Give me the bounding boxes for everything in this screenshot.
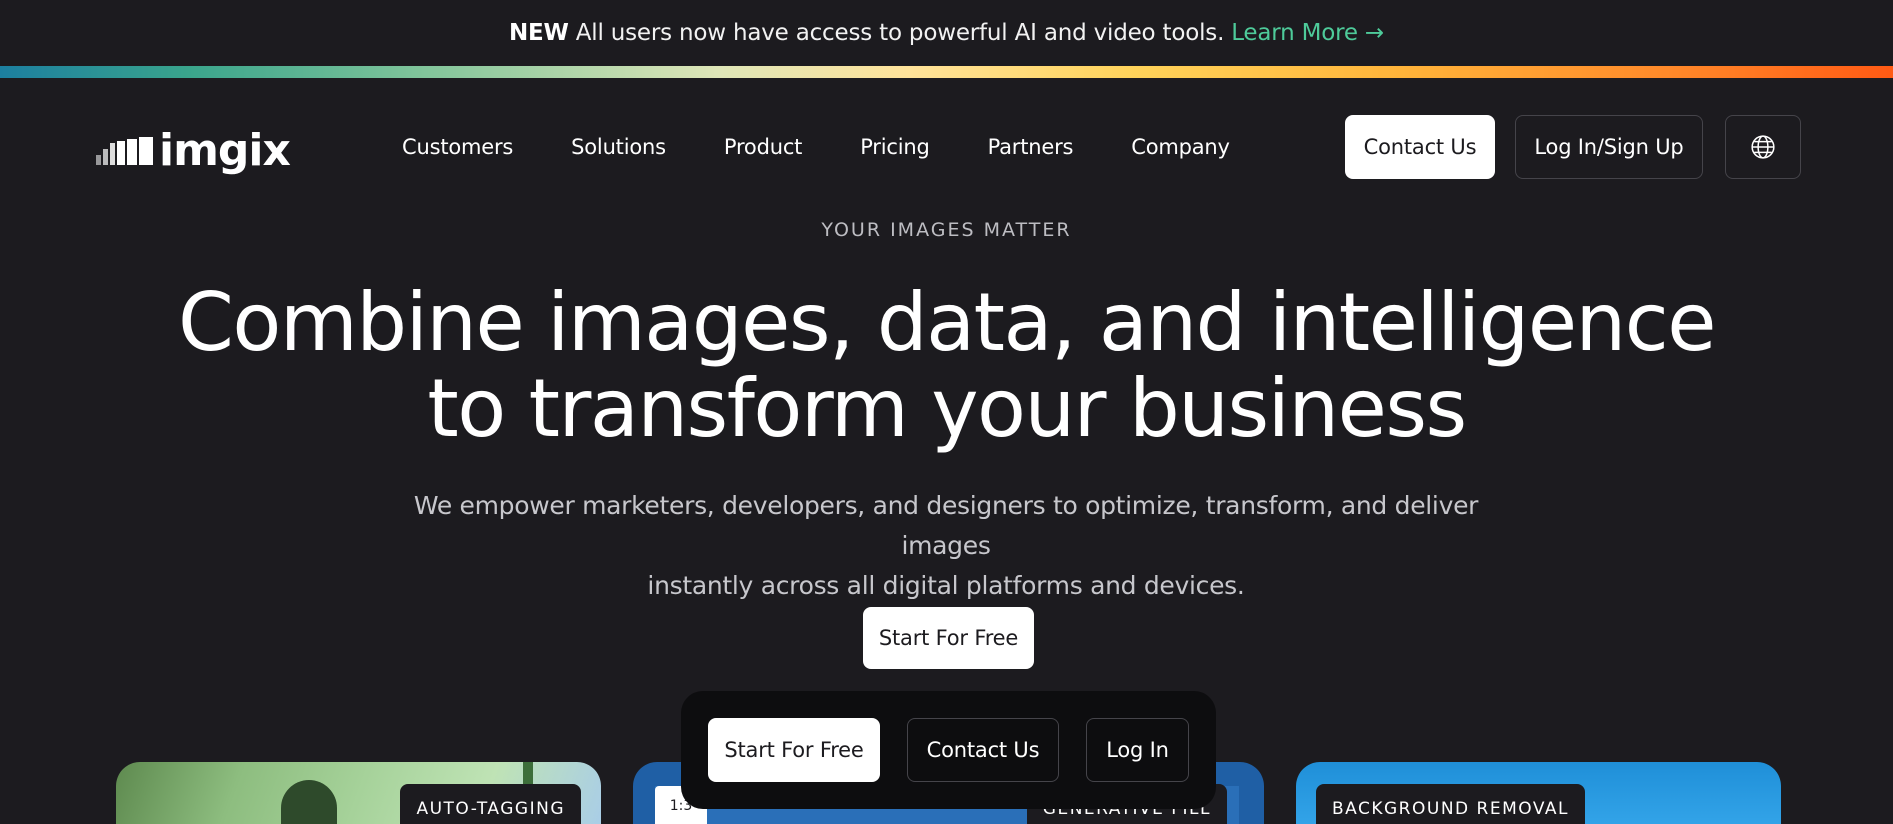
login-signup-button[interactable]: Log In/Sign Up [1515, 115, 1703, 179]
feature-card-background-removal[interactable]: BACKGROUND REMOVAL [1296, 762, 1781, 824]
card-label: AUTO-TAGGING [400, 784, 581, 824]
globe-icon [1751, 135, 1775, 159]
nav-item-company[interactable]: Company [1131, 135, 1230, 159]
hero-headline: Combine images, data, and intelligence t… [0, 280, 1893, 452]
nav-item-partners[interactable]: Partners [988, 135, 1074, 159]
language-button[interactable] [1725, 115, 1801, 179]
nav-item-product[interactable]: Product [724, 135, 803, 159]
card-label: BACKGROUND REMOVAL [1316, 784, 1585, 824]
contact-us-button[interactable]: Contact Us [1345, 115, 1495, 179]
headline-line-2: to transform your business [427, 362, 1467, 455]
nav-item-solutions[interactable]: Solutions [571, 135, 666, 159]
gradient-divider [0, 66, 1893, 78]
feature-card-auto-tagging[interactable]: AUTO-TAGGING [116, 762, 601, 824]
subtext-line-2: instantly across all digital platforms a… [647, 571, 1245, 600]
announcement-tag: NEW [508, 20, 569, 46]
logo-mark-icon [96, 137, 153, 165]
hero-subtext: We empower marketers, developers, and de… [396, 486, 1496, 606]
imgix-logo[interactable]: imgix [96, 125, 291, 176]
logo-wordmark: imgix [159, 125, 291, 176]
nav-links: Customers Solutions Product Pricing Part… [402, 135, 1230, 159]
floating-contact-us-button[interactable]: Contact Us [907, 718, 1059, 782]
floating-login-button[interactable]: Log In [1086, 718, 1189, 782]
floating-cta-bar: Start For Free Contact Us Log In [681, 691, 1216, 809]
start-for-free-button[interactable]: Start For Free [863, 607, 1034, 669]
floating-start-for-free-button[interactable]: Start For Free [708, 718, 880, 782]
learn-more-link[interactable]: Learn More → [1231, 20, 1384, 46]
card-image-arch [281, 780, 337, 824]
announcement-message: All users now have access to powerful AI… [575, 20, 1225, 46]
subtext-line-1: We empower marketers, developers, and de… [413, 491, 1479, 560]
nav-item-pricing[interactable]: Pricing [860, 135, 930, 159]
headline-line-1: Combine images, data, and intelligence [178, 276, 1716, 369]
announcement-bar: NEW All users now have access to powerfu… [0, 0, 1893, 66]
hero-eyebrow: YOUR IMAGES MATTER [821, 219, 1072, 241]
nav-item-customers[interactable]: Customers [402, 135, 513, 159]
